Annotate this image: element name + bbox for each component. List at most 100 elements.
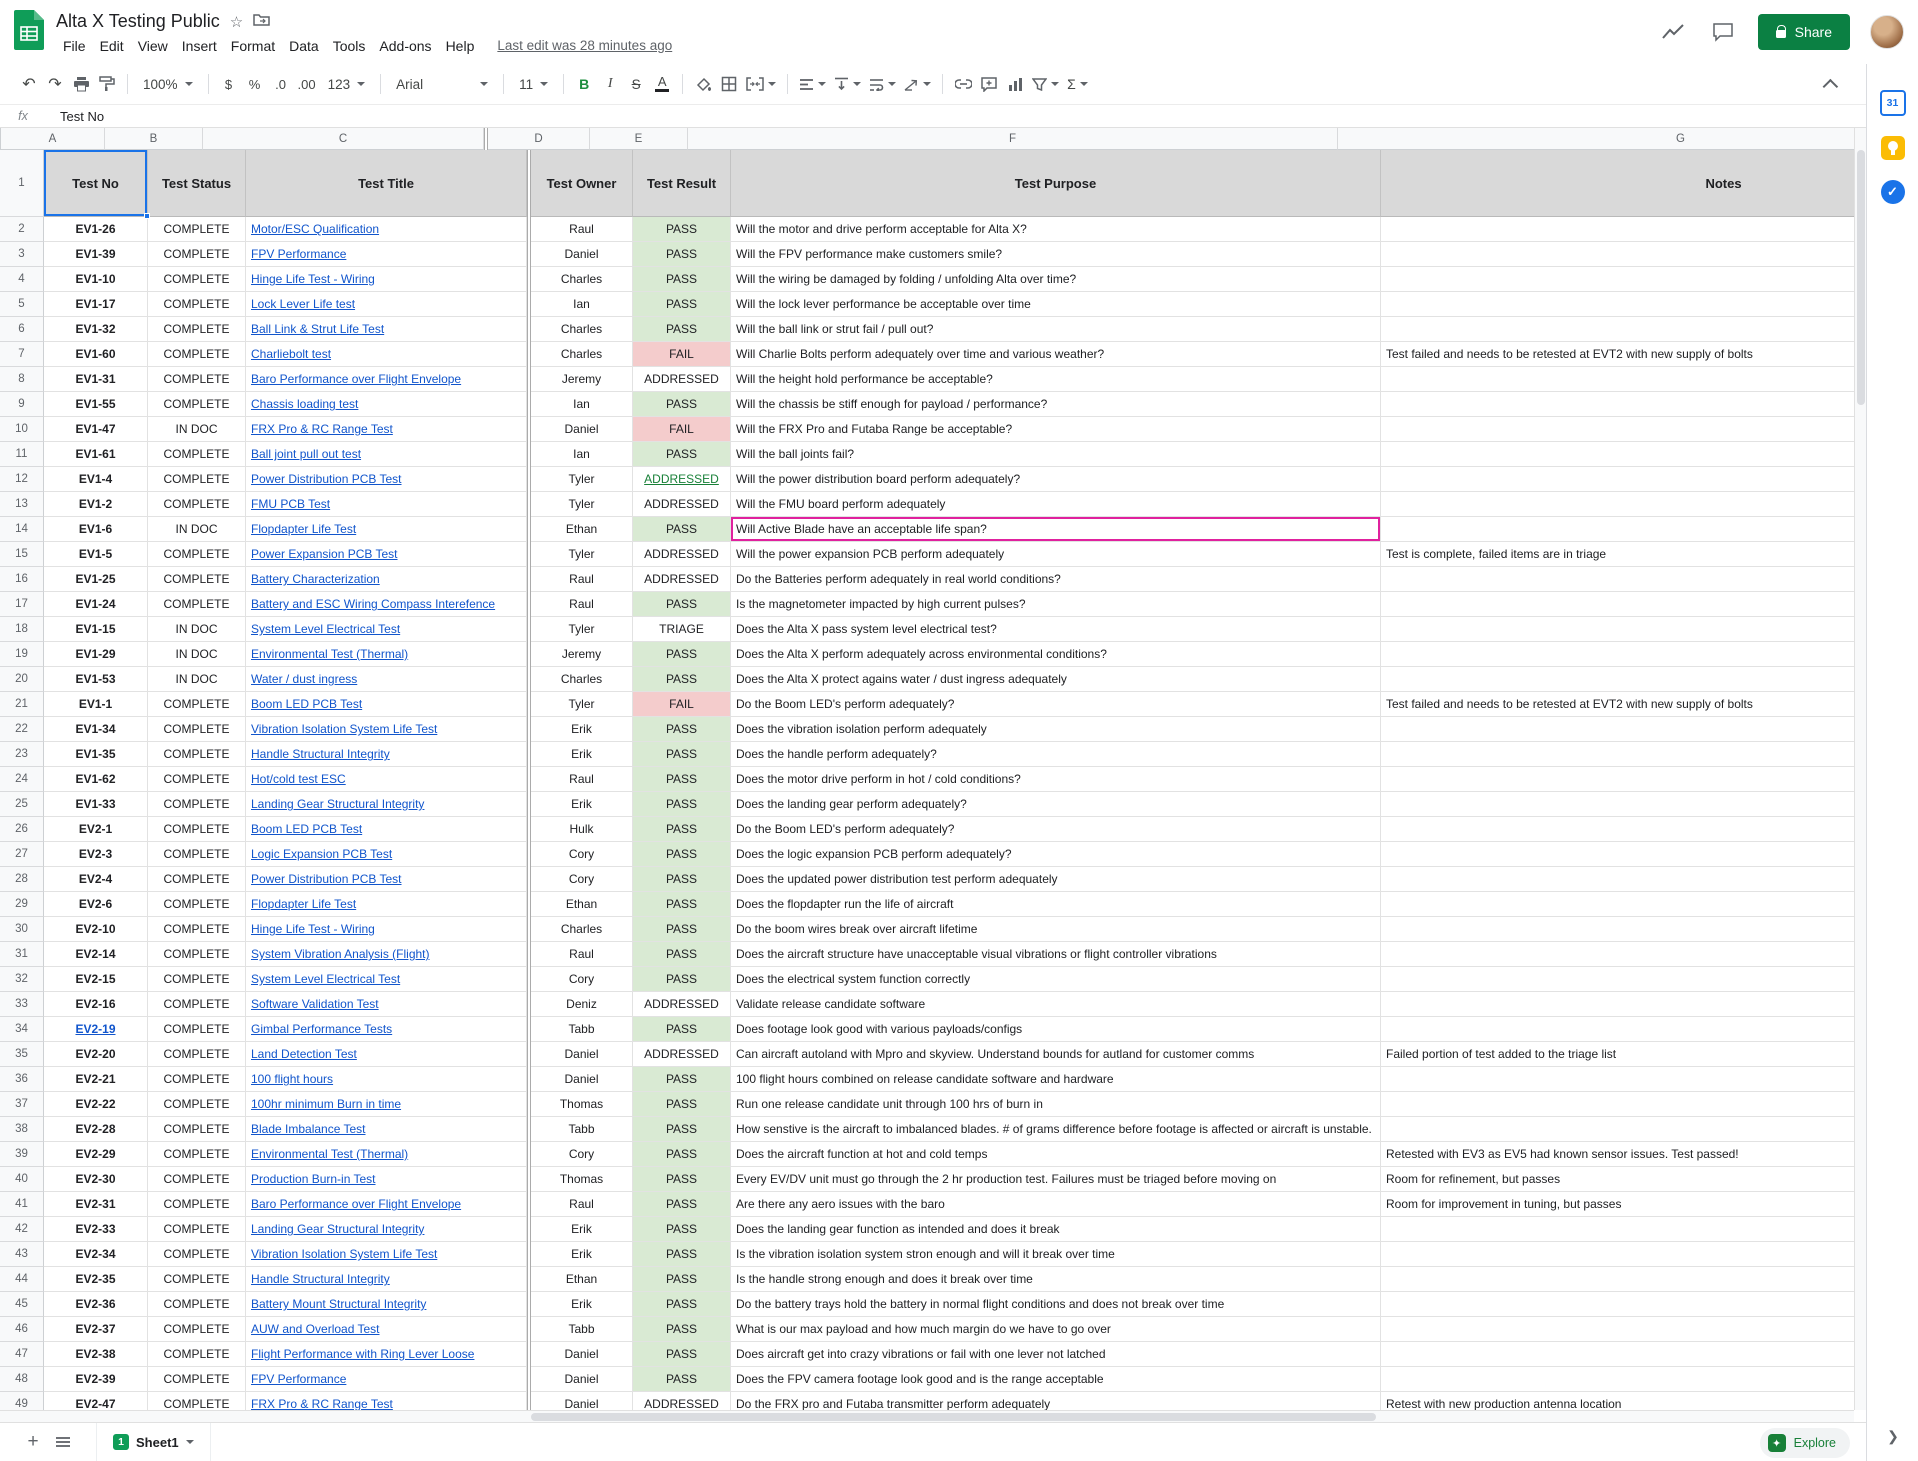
cell-owner[interactable]: Raul bbox=[531, 592, 633, 617]
cell-title[interactable]: Gimbal Performance Tests bbox=[246, 1017, 527, 1042]
avatar[interactable] bbox=[1870, 15, 1904, 49]
vertical-scrollbar[interactable] bbox=[1854, 128, 1866, 1410]
cell-result[interactable]: PASS bbox=[633, 767, 731, 792]
cell-status[interactable]: COMPLETE bbox=[148, 217, 246, 242]
star-icon[interactable]: ☆ bbox=[230, 13, 243, 31]
currency-button[interactable]: $ bbox=[216, 71, 242, 97]
row-header[interactable]: 26 bbox=[0, 817, 44, 842]
insert-chart-button[interactable] bbox=[1002, 71, 1028, 97]
cell-result[interactable]: FAIL bbox=[633, 692, 731, 717]
row-header[interactable]: 34 bbox=[0, 1017, 44, 1042]
vertical-align-button[interactable] bbox=[830, 71, 865, 97]
cell-title[interactable]: Hinge Life Test - Wiring bbox=[246, 917, 527, 942]
cell-purpose[interactable]: Do the FRX pro and Futaba transmitter pe… bbox=[731, 1392, 1381, 1410]
hide-side-panel-button[interactable]: ❯ bbox=[1867, 1428, 1918, 1445]
cell-no[interactable]: EV2-37 bbox=[44, 1317, 148, 1342]
cell-notes[interactable] bbox=[1381, 492, 1854, 517]
horizontal-align-button[interactable] bbox=[795, 71, 830, 97]
cell-title[interactable]: Environmental Test (Thermal) bbox=[246, 1142, 527, 1167]
row-header[interactable]: 9 bbox=[0, 392, 44, 417]
collapse-toolbar-button[interactable] bbox=[1823, 78, 1839, 94]
cell-status[interactable]: COMPLETE bbox=[148, 917, 246, 942]
row-header[interactable]: 46 bbox=[0, 1317, 44, 1342]
cell-owner[interactable]: Erik bbox=[531, 717, 633, 742]
row-header[interactable]: 49 bbox=[0, 1392, 44, 1410]
cell-title[interactable]: Software Validation Test bbox=[246, 992, 527, 1017]
row-header[interactable]: 13 bbox=[0, 492, 44, 517]
cell-purpose[interactable]: Does the flopdapter run the life of airc… bbox=[731, 892, 1381, 917]
menu-view[interactable]: View bbox=[131, 36, 175, 56]
cell-status[interactable]: COMPLETE bbox=[148, 317, 246, 342]
cell-status[interactable]: COMPLETE bbox=[148, 267, 246, 292]
cell-notes[interactable] bbox=[1381, 317, 1854, 342]
cell-owner[interactable]: Daniel bbox=[531, 1342, 633, 1367]
percent-button[interactable]: % bbox=[242, 71, 268, 97]
cell-title[interactable]: System Level Electrical Test bbox=[246, 617, 527, 642]
move-folder-icon[interactable] bbox=[253, 13, 270, 30]
cell-result[interactable]: PASS bbox=[633, 892, 731, 917]
cell-status[interactable]: IN DOC bbox=[148, 642, 246, 667]
cell-title[interactable]: System Level Electrical Test bbox=[246, 967, 527, 992]
row-header[interactable]: 48 bbox=[0, 1367, 44, 1392]
header-cell-status[interactable]: Test Status bbox=[148, 150, 246, 217]
row-header[interactable]: 41 bbox=[0, 1192, 44, 1217]
cell-no[interactable]: EV2-16 bbox=[44, 992, 148, 1017]
cell-title[interactable]: Vibration Isolation System Life Test bbox=[246, 1242, 527, 1267]
cell-result[interactable]: PASS bbox=[633, 1092, 731, 1117]
cell-status[interactable]: COMPLETE bbox=[148, 1167, 246, 1192]
cell-purpose[interactable]: Will the height hold performance be acce… bbox=[731, 367, 1381, 392]
cell-no[interactable]: EV2-4 bbox=[44, 867, 148, 892]
cell-status[interactable]: COMPLETE bbox=[148, 1017, 246, 1042]
cell-no[interactable]: EV1-33 bbox=[44, 792, 148, 817]
column-header-g[interactable]: G bbox=[1338, 128, 1854, 150]
cell-owner[interactable]: Ian bbox=[531, 392, 633, 417]
row-header[interactable]: 44 bbox=[0, 1267, 44, 1292]
formula-input[interactable]: Test No bbox=[46, 109, 104, 124]
cell-notes[interactable] bbox=[1381, 1217, 1854, 1242]
cell-status[interactable]: COMPLETE bbox=[148, 592, 246, 617]
cell-purpose[interactable]: Will the ball joints fail? bbox=[731, 442, 1381, 467]
row-header[interactable]: 6 bbox=[0, 317, 44, 342]
cell-status[interactable]: COMPLETE bbox=[148, 992, 246, 1017]
cell-title[interactable]: Environmental Test (Thermal) bbox=[246, 642, 527, 667]
cell-result[interactable]: PASS bbox=[633, 517, 731, 542]
cell-result[interactable]: PASS bbox=[633, 1067, 731, 1092]
row-header[interactable]: 36 bbox=[0, 1067, 44, 1092]
cell-purpose[interactable]: Does aircraft get into crazy vibrations … bbox=[731, 1342, 1381, 1367]
font-select[interactable]: Arial bbox=[388, 71, 496, 97]
cell-notes[interactable]: Room for refinement, but passes bbox=[1381, 1167, 1854, 1192]
cell-result[interactable]: PASS bbox=[633, 942, 731, 967]
cell-owner[interactable]: Cory bbox=[531, 1142, 633, 1167]
cell-no[interactable]: EV2-29 bbox=[44, 1142, 148, 1167]
cell-notes[interactable] bbox=[1381, 892, 1854, 917]
cell-owner[interactable]: Raul bbox=[531, 567, 633, 592]
cell-result[interactable]: PASS bbox=[633, 1192, 731, 1217]
row-header[interactable]: 31 bbox=[0, 942, 44, 967]
horizontal-scrollbar-thumb[interactable] bbox=[531, 1413, 1376, 1421]
cell-no[interactable]: EV1-32 bbox=[44, 317, 148, 342]
cell-owner[interactable]: Deniz bbox=[531, 992, 633, 1017]
cell-result[interactable]: PASS bbox=[633, 317, 731, 342]
activity-trend-icon[interactable] bbox=[1658, 17, 1688, 47]
cell-owner[interactable]: Charles bbox=[531, 342, 633, 367]
cell-result[interactable]: ADDRESSED bbox=[633, 542, 731, 567]
cell-notes[interactable] bbox=[1381, 992, 1854, 1017]
cell-title[interactable]: Handle Structural Integrity bbox=[246, 1267, 527, 1292]
cell-status[interactable]: COMPLETE bbox=[148, 492, 246, 517]
cell-status[interactable]: COMPLETE bbox=[148, 292, 246, 317]
cell-notes[interactable] bbox=[1381, 1267, 1854, 1292]
text-color-button[interactable]: A bbox=[649, 71, 675, 97]
cell-owner[interactable]: Daniel bbox=[531, 417, 633, 442]
row-header[interactable]: 12 bbox=[0, 467, 44, 492]
cell-status[interactable]: IN DOC bbox=[148, 417, 246, 442]
print-button[interactable] bbox=[68, 71, 94, 97]
cell-purpose[interactable]: Does the vibration isolation perform ade… bbox=[731, 717, 1381, 742]
cell-purpose[interactable]: Do the Boom LED's perform adequately? bbox=[731, 692, 1381, 717]
cell-title[interactable]: Flopdapter Life Test bbox=[246, 892, 527, 917]
cell-purpose[interactable]: How senstive is the aircraft to imbalanc… bbox=[731, 1117, 1381, 1142]
cell-result[interactable]: PASS bbox=[633, 1317, 731, 1342]
cell-purpose[interactable]: Will the wiring be damaged by folding / … bbox=[731, 267, 1381, 292]
vertical-scrollbar-thumb[interactable] bbox=[1857, 150, 1865, 405]
column-header-f[interactable]: F bbox=[688, 128, 1338, 150]
redo-button[interactable]: ↷ bbox=[42, 71, 68, 97]
